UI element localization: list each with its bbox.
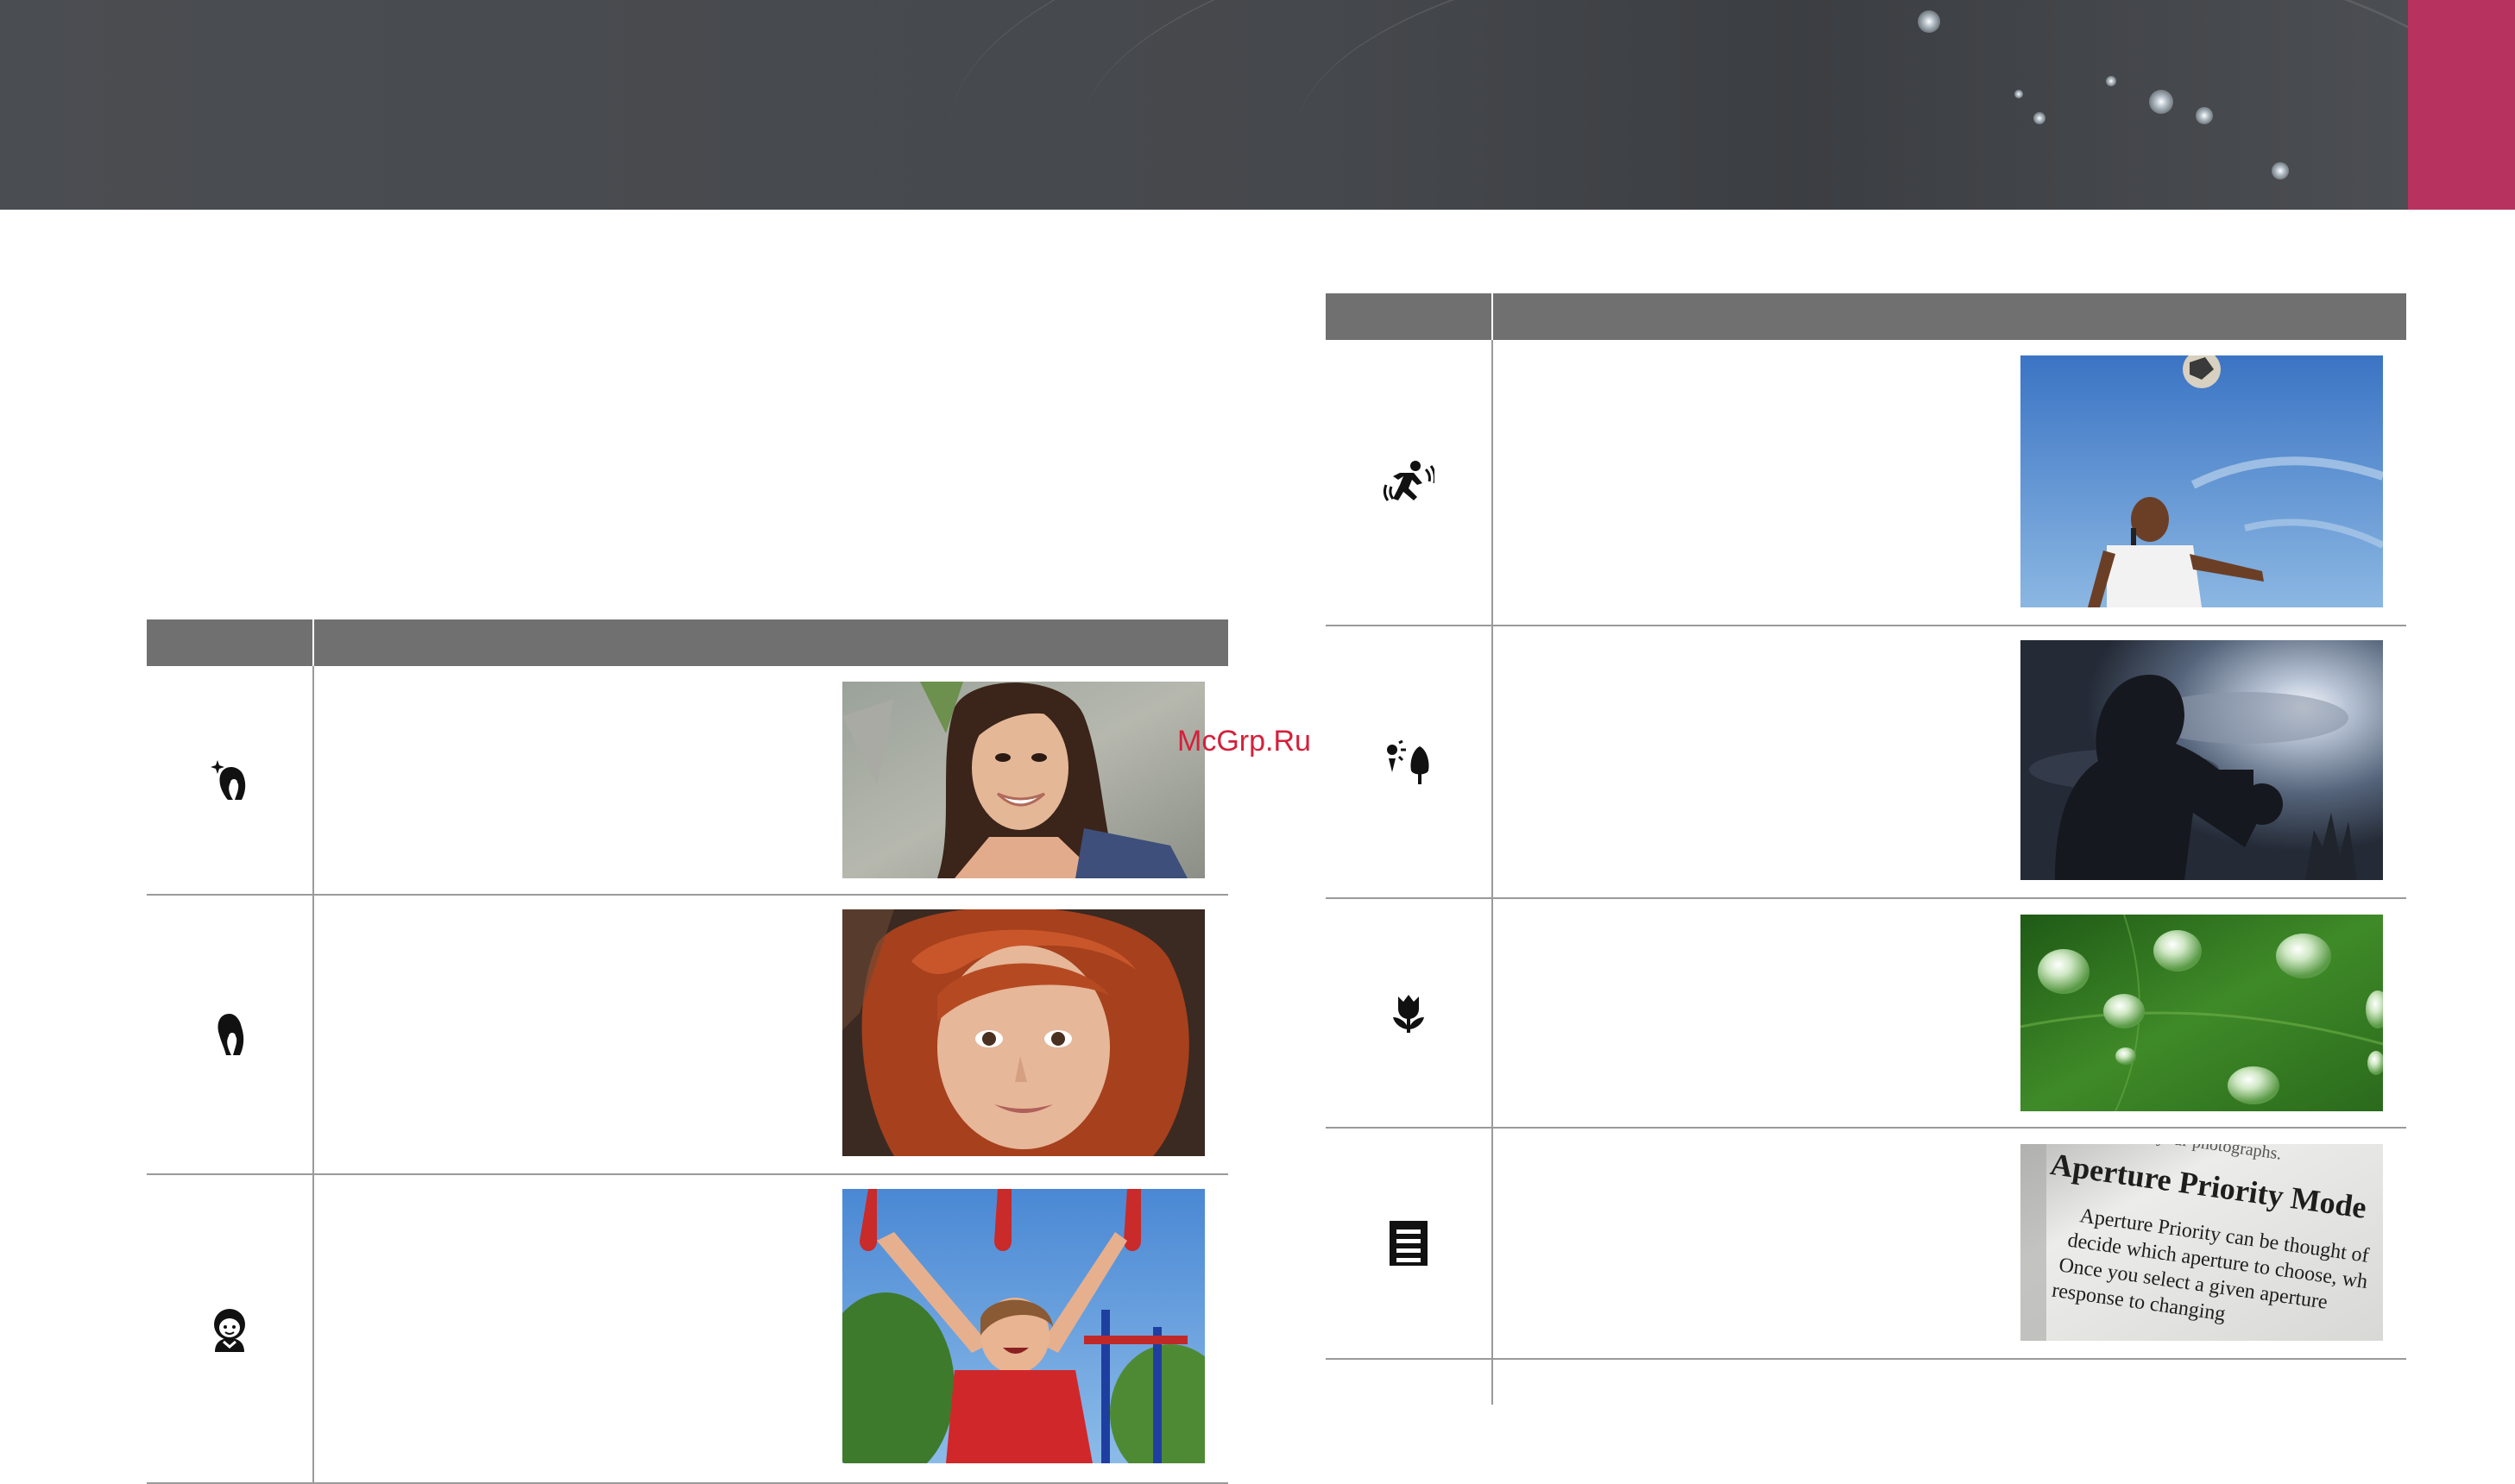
table-row [1326, 899, 2406, 1129]
table-header [1326, 293, 2406, 340]
silhouette-photographer-against-sky [2020, 640, 2383, 880]
header-sparkle [2014, 90, 2023, 98]
header-sparkle [1918, 10, 1940, 33]
portrait-icon [147, 896, 312, 1173]
soccer-player-heading-ball [2020, 355, 2383, 607]
manual-page: of your photographs. Aperture Priority M… [0, 0, 2515, 1484]
smiling-woman-portrait [842, 682, 1205, 878]
backlight-icon [1326, 626, 1491, 897]
children-icon [147, 1175, 312, 1482]
header-sparkle [2149, 90, 2173, 114]
header-sparkle [2196, 107, 2213, 124]
water-drops-on-leaf [2020, 915, 2383, 1111]
book-page-aperture-priority: of your photographs. Aperture Priority M… [2020, 1144, 2383, 1341]
header-banner [0, 0, 2408, 210]
table-row: of your photographs. Aperture Priority M… [1326, 1129, 2406, 1360]
table-row [147, 1175, 1228, 1484]
table-header-description-column [314, 619, 1228, 666]
sports-action-icon [1326, 340, 1491, 625]
chapter-tab-marker [2408, 0, 2515, 210]
right-mode-table: of your photographs. Aperture Priority M… [1326, 293, 2406, 1405]
child-on-playground-rings [842, 1189, 1205, 1463]
table-header [147, 619, 1228, 666]
red-haired-child-portrait [842, 909, 1205, 1156]
left-mode-table [147, 619, 1228, 1484]
watermark-text: McGrp.Ru [1177, 725, 1311, 758]
header-sparkle [2033, 112, 2045, 124]
table-row [147, 666, 1228, 896]
text-document-icon [1326, 1129, 1491, 1358]
header-arc [1295, 0, 2408, 210]
header-sparkle [2106, 76, 2116, 86]
table-header-description-column [1493, 293, 2406, 340]
header-sparkle [2272, 162, 2289, 179]
table-row [147, 896, 1228, 1175]
table-header-icon-column [147, 619, 314, 666]
table-row [1326, 626, 2406, 899]
beauty-face-icon [147, 666, 312, 894]
table-header-icon-column [1326, 293, 1493, 340]
macro-flower-icon [1326, 899, 1491, 1127]
table-row [1326, 340, 2406, 626]
